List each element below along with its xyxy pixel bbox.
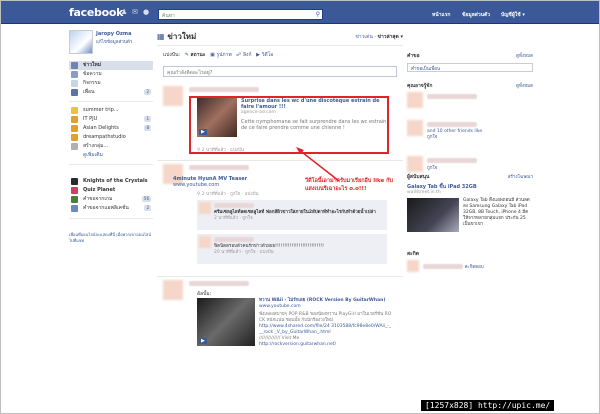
screenshot-frame: facebook ♟ ✉ ● ค้นหา ⚲ หน้าแรก ข้อมูลส่ว… [0, 0, 600, 414]
annotation-arrow [296, 147, 340, 182]
annotation-text: วีดีโอนี้เอามากรับมาเรียกอีบ like กับ แส… [305, 178, 393, 192]
watermark: [1257x828] http://upic.me/ [421, 400, 555, 411]
